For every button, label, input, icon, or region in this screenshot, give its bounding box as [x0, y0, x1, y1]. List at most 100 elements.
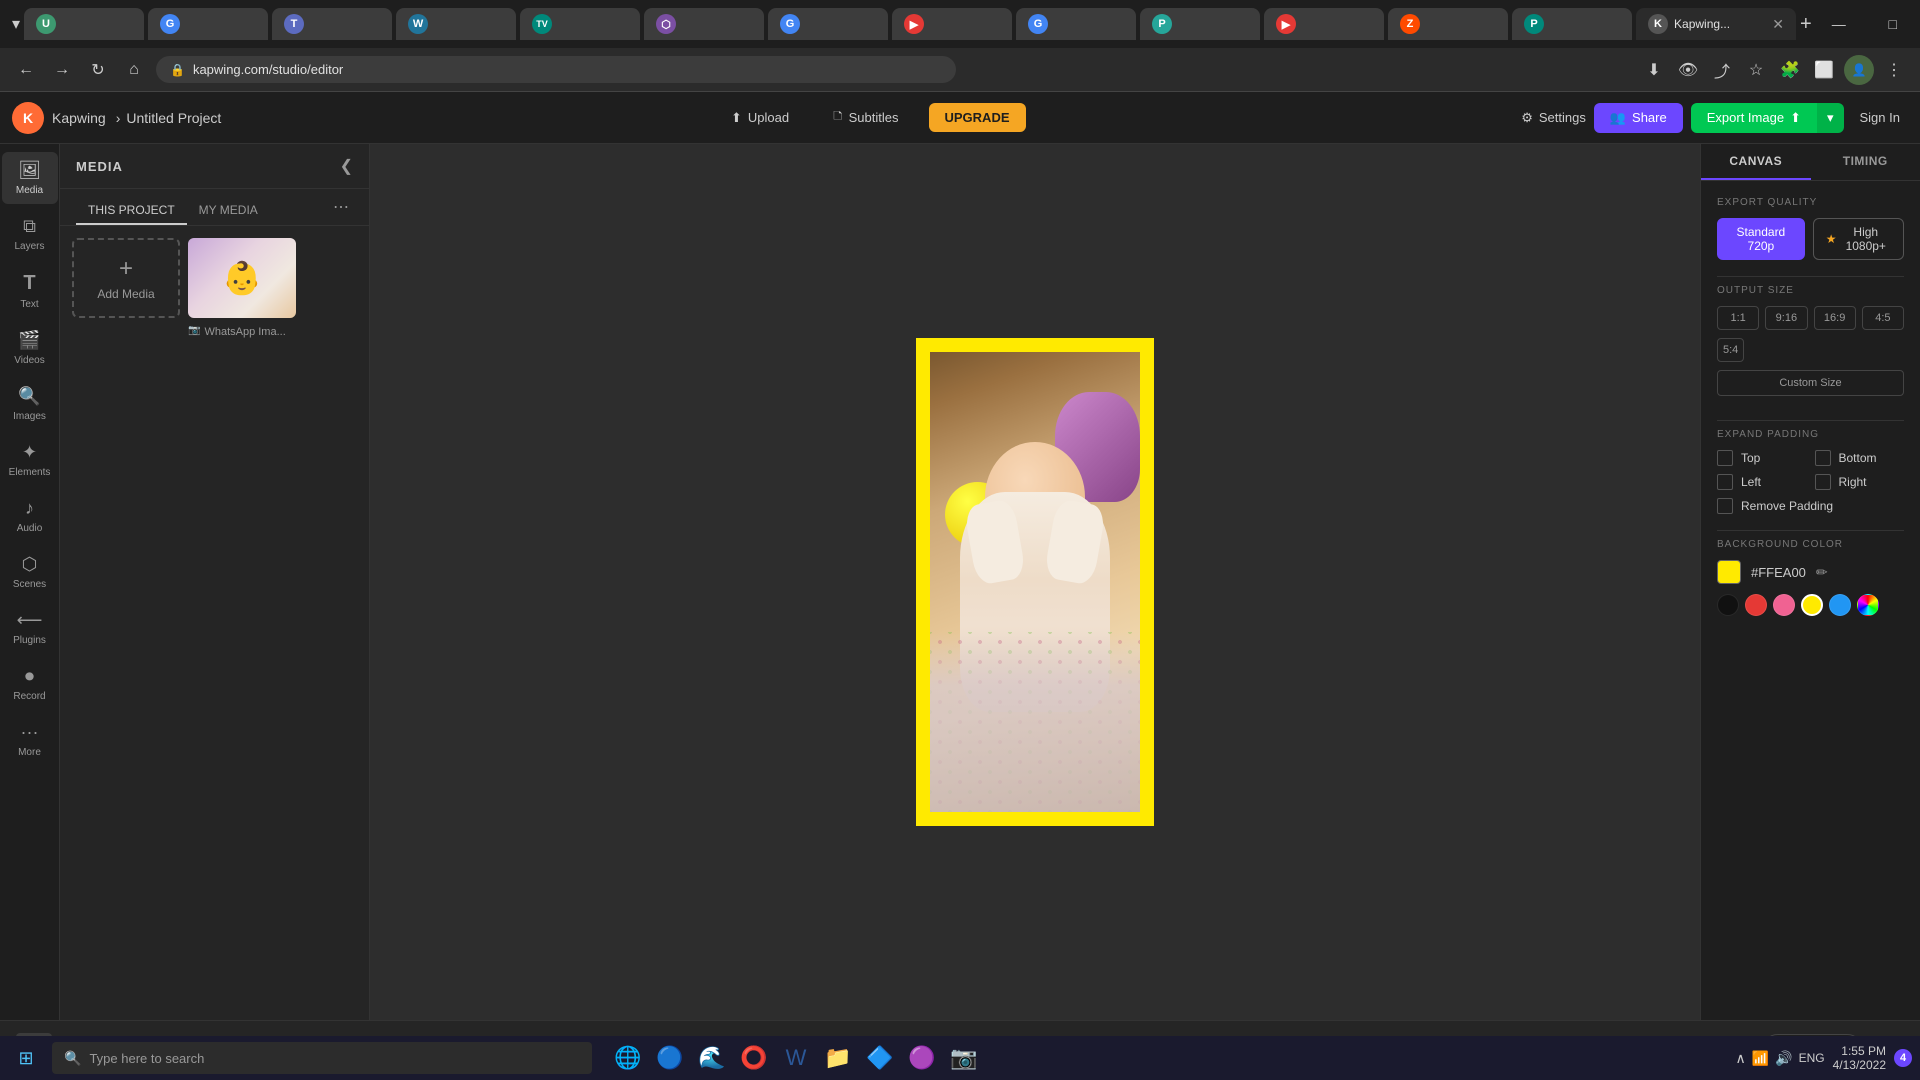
media-item-whatsapp[interactable]: 📷 WhatsApp Ima... [188, 238, 296, 338]
taskbar-camera-button[interactable]: 📷 [944, 1038, 984, 1078]
tab-g3[interactable]: G [1016, 8, 1136, 40]
color-preset-pink[interactable] [1773, 594, 1795, 616]
refresh-button[interactable]: ↻ [84, 56, 112, 84]
padding-top-checkbox[interactable] [1717, 450, 1733, 466]
remove-padding-option[interactable]: Remove Padding [1717, 498, 1904, 514]
taskbar-opera-button[interactable]: ⭕ [734, 1038, 774, 1078]
sidebar-item-images[interactable]: 🔍 Images [2, 378, 58, 430]
tab-google1[interactable]: G [148, 8, 268, 40]
tab-tw[interactable]: T [272, 8, 392, 40]
sidebar-item-media[interactable]: 🖼 Media [2, 152, 58, 204]
color-preset-yellow[interactable] [1801, 594, 1823, 616]
start-button[interactable]: ⊞ [8, 1040, 44, 1076]
color-preset-black[interactable] [1717, 594, 1739, 616]
taskbar-search[interactable]: 🔍 Type here to search [52, 1042, 592, 1074]
color-picker-icon[interactable]: ✏ [1816, 564, 1828, 581]
back-button[interactable]: ← [12, 56, 40, 84]
color-preset-rainbow[interactable] [1857, 594, 1879, 616]
system-tray-up-icon[interactable]: ∧ [1735, 1050, 1745, 1067]
taskbar-time[interactable]: 1:55 PM 4/13/2022 [1833, 1044, 1886, 1072]
size-9x16-button[interactable]: 9:16 [1765, 306, 1807, 330]
share-button[interactable]: 👥 Share [1594, 103, 1683, 133]
network-icon[interactable]: 📶 [1752, 1050, 1769, 1067]
signin-button[interactable]: Sign In [1852, 110, 1908, 125]
size-16x9-button[interactable]: 16:9 [1814, 306, 1856, 330]
upgrade-button[interactable]: UPGRADE [929, 103, 1026, 132]
tab-kapwing[interactable]: K Kapwing... ✕ [1636, 8, 1796, 40]
tab-upwork[interactable]: U [24, 8, 144, 40]
color-preset-blue[interactable] [1829, 594, 1851, 616]
download-icon[interactable]: ⬇ [1640, 56, 1668, 84]
extensions-icon[interactable]: 🧩 [1776, 56, 1804, 84]
panel-collapse-button[interactable]: ❮ [340, 156, 353, 176]
menu-icon[interactable]: ⋮ [1880, 56, 1908, 84]
bookmark-icon[interactable]: ☆ [1742, 56, 1770, 84]
volume-icon[interactable]: 🔊 [1775, 1050, 1792, 1067]
notification-badge[interactable]: 4 [1894, 1049, 1912, 1067]
padding-left-checkbox[interactable] [1717, 474, 1733, 490]
sidebar-item-more[interactable]: ··· More [2, 714, 58, 766]
remove-padding-checkbox[interactable] [1717, 498, 1733, 514]
export-button[interactable]: Export Image ⬆ [1691, 103, 1817, 133]
padding-bottom-checkbox[interactable] [1815, 450, 1831, 466]
tab-tab2[interactable]: ⬡ [644, 8, 764, 40]
sidebar-item-audio[interactable]: ♪ Audio [2, 490, 58, 542]
padding-bottom-option[interactable]: Bottom [1815, 450, 1905, 466]
tab-this-project[interactable]: THIS PROJECT [76, 197, 187, 225]
split-view-icon[interactable]: ⬜ [1810, 56, 1838, 84]
sidebar-item-videos[interactable]: 🎬 Videos [2, 322, 58, 374]
tab-yt2[interactable]: ▶ [1264, 8, 1384, 40]
kapwing-logo[interactable]: K Kapwing [12, 102, 106, 134]
color-swatch-main[interactable] [1717, 560, 1741, 584]
tab-p1[interactable]: P [1140, 8, 1260, 40]
url-bar[interactable]: 🔒 kapwing.com/studio/editor [156, 56, 956, 83]
custom-size-button[interactable]: Custom Size [1717, 370, 1904, 396]
taskbar-files-button[interactable]: 📁 [818, 1038, 858, 1078]
upload-button[interactable]: ⬆ Upload [717, 104, 803, 132]
tab-close-icon[interactable]: ✕ [1772, 16, 1784, 33]
padding-right-option[interactable]: Right [1815, 474, 1905, 490]
new-tab-button[interactable]: + [1800, 9, 1812, 39]
taskbar-ie-button[interactable]: 🌐 [608, 1038, 648, 1078]
size-5x4-button[interactable]: 5:4 [1717, 338, 1744, 362]
sidebar-item-scenes[interactable]: ⬡ Scenes [2, 546, 58, 598]
size-1x1-button[interactable]: 1:1 [1717, 306, 1759, 330]
tab-canvas[interactable]: CANVAS [1701, 144, 1811, 180]
window-minimize-button[interactable]: — [1816, 8, 1862, 40]
taskbar-chrome-button[interactable]: 🔵 [650, 1038, 690, 1078]
standard-quality-button[interactable]: Standard 720p [1717, 218, 1805, 260]
tab-google2[interactable]: G [768, 8, 888, 40]
taskbar-app6-button[interactable]: 🔷 [860, 1038, 900, 1078]
tab-wp[interactable]: W [396, 8, 516, 40]
profile-icon[interactable]: 👤 [1844, 55, 1874, 85]
eye-off-icon[interactable]: 👁 [1674, 56, 1702, 84]
size-4x5-button[interactable]: 4:5 [1862, 306, 1904, 330]
sidebar-item-elements[interactable]: ✦ Elements [2, 434, 58, 486]
sidebar-item-text[interactable]: T Text [2, 264, 58, 318]
settings-button[interactable]: ⚙ Settings [1521, 110, 1586, 126]
media-tab-options[interactable]: ⋯ [329, 197, 353, 225]
canvas-area[interactable] [370, 144, 1700, 1020]
sidebar-item-record[interactable]: ⏺ Record [2, 658, 58, 710]
subtitles-button[interactable]: 🗅 Subtitles [819, 101, 912, 135]
browser-chevron[interactable]: ▾ [12, 14, 20, 34]
window-maximize-button[interactable]: □ [1870, 8, 1916, 40]
add-media-button[interactable]: + Add Media [72, 238, 180, 338]
project-name[interactable]: Untitled Project [126, 110, 221, 126]
tab-my-media[interactable]: MY MEDIA [187, 197, 270, 225]
export-dropdown-button[interactable]: ▾ [1817, 103, 1844, 133]
tab-timing[interactable]: TIMING [1811, 144, 1920, 180]
taskbar-word-button[interactable]: W [776, 1038, 816, 1078]
forward-button[interactable]: → [48, 56, 76, 84]
color-preset-red[interactable] [1745, 594, 1767, 616]
canvas-background[interactable] [916, 338, 1154, 826]
high-quality-button[interactable]: ★ High 1080p+ [1813, 218, 1904, 260]
tab-yt1[interactable]: ▶ [892, 8, 1012, 40]
tab-zapier[interactable]: Z [1388, 8, 1508, 40]
home-button[interactable]: ⌂ [120, 56, 148, 84]
sidebar-item-plugins[interactable]: ⟵ Plugins [2, 602, 58, 654]
tab-tab1[interactable]: TV [520, 8, 640, 40]
padding-top-option[interactable]: Top [1717, 450, 1807, 466]
sidebar-item-layers[interactable]: ⧉ Layers [2, 208, 58, 260]
tab-poper[interactable]: P [1512, 8, 1632, 40]
